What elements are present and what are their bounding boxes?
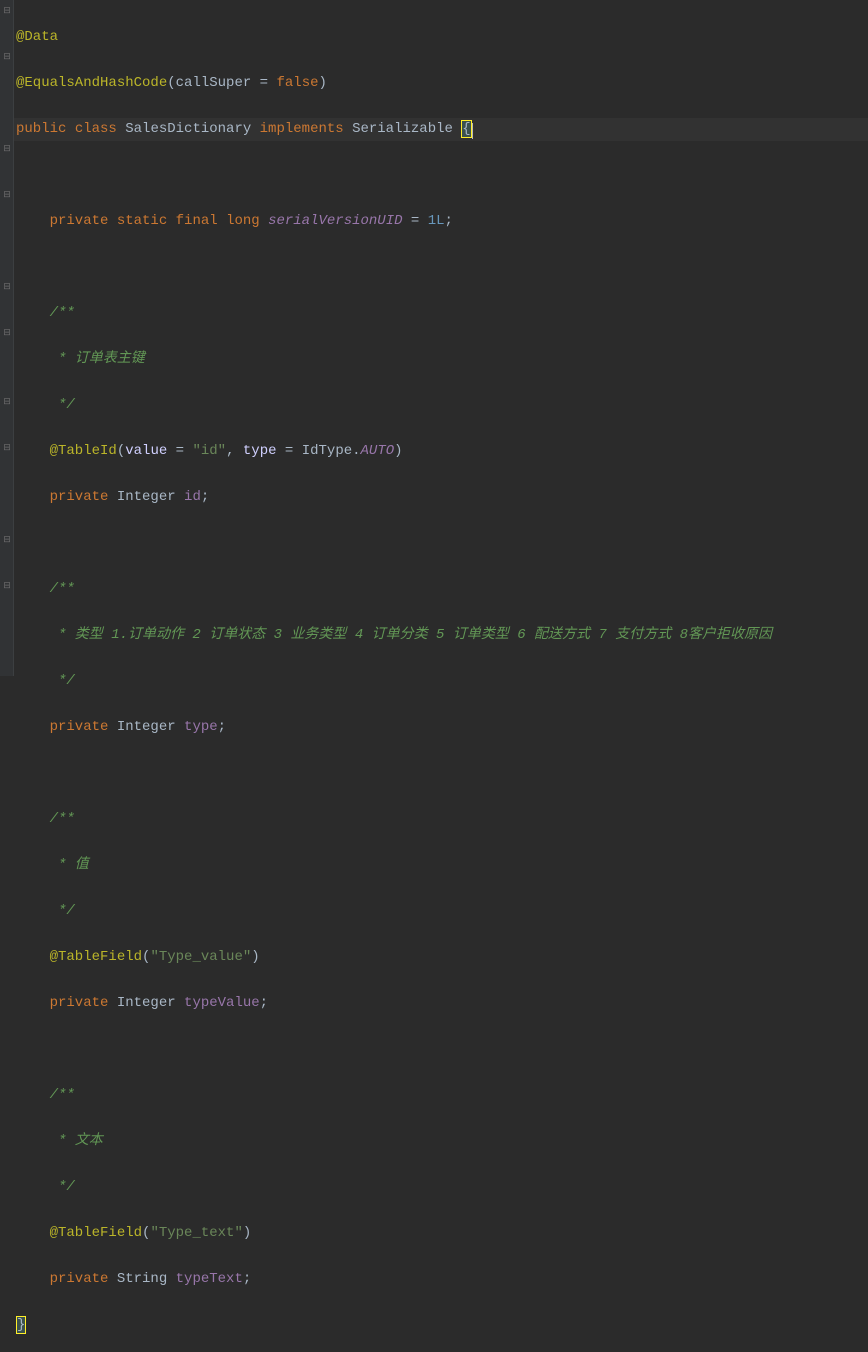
code-line: */ [14,394,868,417]
code-line: @TableField("Type_value") [14,946,868,969]
fold-icon[interactable]: ⊟ [2,6,12,16]
code-line [14,532,868,555]
code-line: /** [14,302,868,325]
code-line: @TableId(value = "id", type = IdType.AUT… [14,440,868,463]
code-line: private Integer typeValue; [14,992,868,1015]
code-line: * 订单表主键 [14,348,868,371]
code-line: private Integer type; [14,716,868,739]
fold-icon[interactable]: ⊟ [2,282,12,292]
code-line: */ [14,1176,868,1199]
fold-icon[interactable]: ⊟ [2,397,12,407]
code-line [14,762,868,785]
code-editor[interactable]: @Data @EqualsAndHashCode(callSuper = fal… [0,0,868,1352]
code-line [14,256,868,279]
code-line: /** [14,578,868,601]
code-line: private Integer id; [14,486,868,509]
code-line: * 文本 [14,1130,868,1153]
fold-icon[interactable]: ⊟ [2,52,12,62]
fold-icon[interactable]: ⊟ [2,581,12,591]
fold-icon[interactable]: ⊟ [2,190,12,200]
fold-icon[interactable]: ⊟ [2,328,12,338]
code-line: * 值 [14,854,868,877]
code-line: @TableField("Type_text") [14,1222,868,1245]
code-line: @Data [14,26,868,49]
code-line: private static final long serialVersionU… [14,210,868,233]
code-line [14,1038,868,1061]
code-line: } [14,1314,868,1337]
code-line: private String typeText; [14,1268,868,1291]
code-line: /** [14,808,868,831]
fold-icon[interactable]: ⊟ [2,144,12,154]
fold-icon[interactable]: ⊟ [2,443,12,453]
fold-icon[interactable]: ⊟ [2,535,12,545]
code-line: @EqualsAndHashCode(callSuper = false) [14,72,868,95]
code-line [14,164,868,187]
code-line: */ [14,900,868,923]
cursor [472,123,473,139]
editor-gutter: ⊟ ⊟ ⊟ ⊟ ⊟ ⊟ ⊟ ⊟ ⊟ ⊟ [0,0,14,676]
code-line: */ [14,670,868,693]
code-line: * 类型 1.订单动作 2 订单状态 3 业务类型 4 订单分类 5 订单类型 … [14,624,868,647]
code-line: /** [14,1084,868,1107]
code-line-current: public class SalesDictionary implements … [14,118,868,141]
